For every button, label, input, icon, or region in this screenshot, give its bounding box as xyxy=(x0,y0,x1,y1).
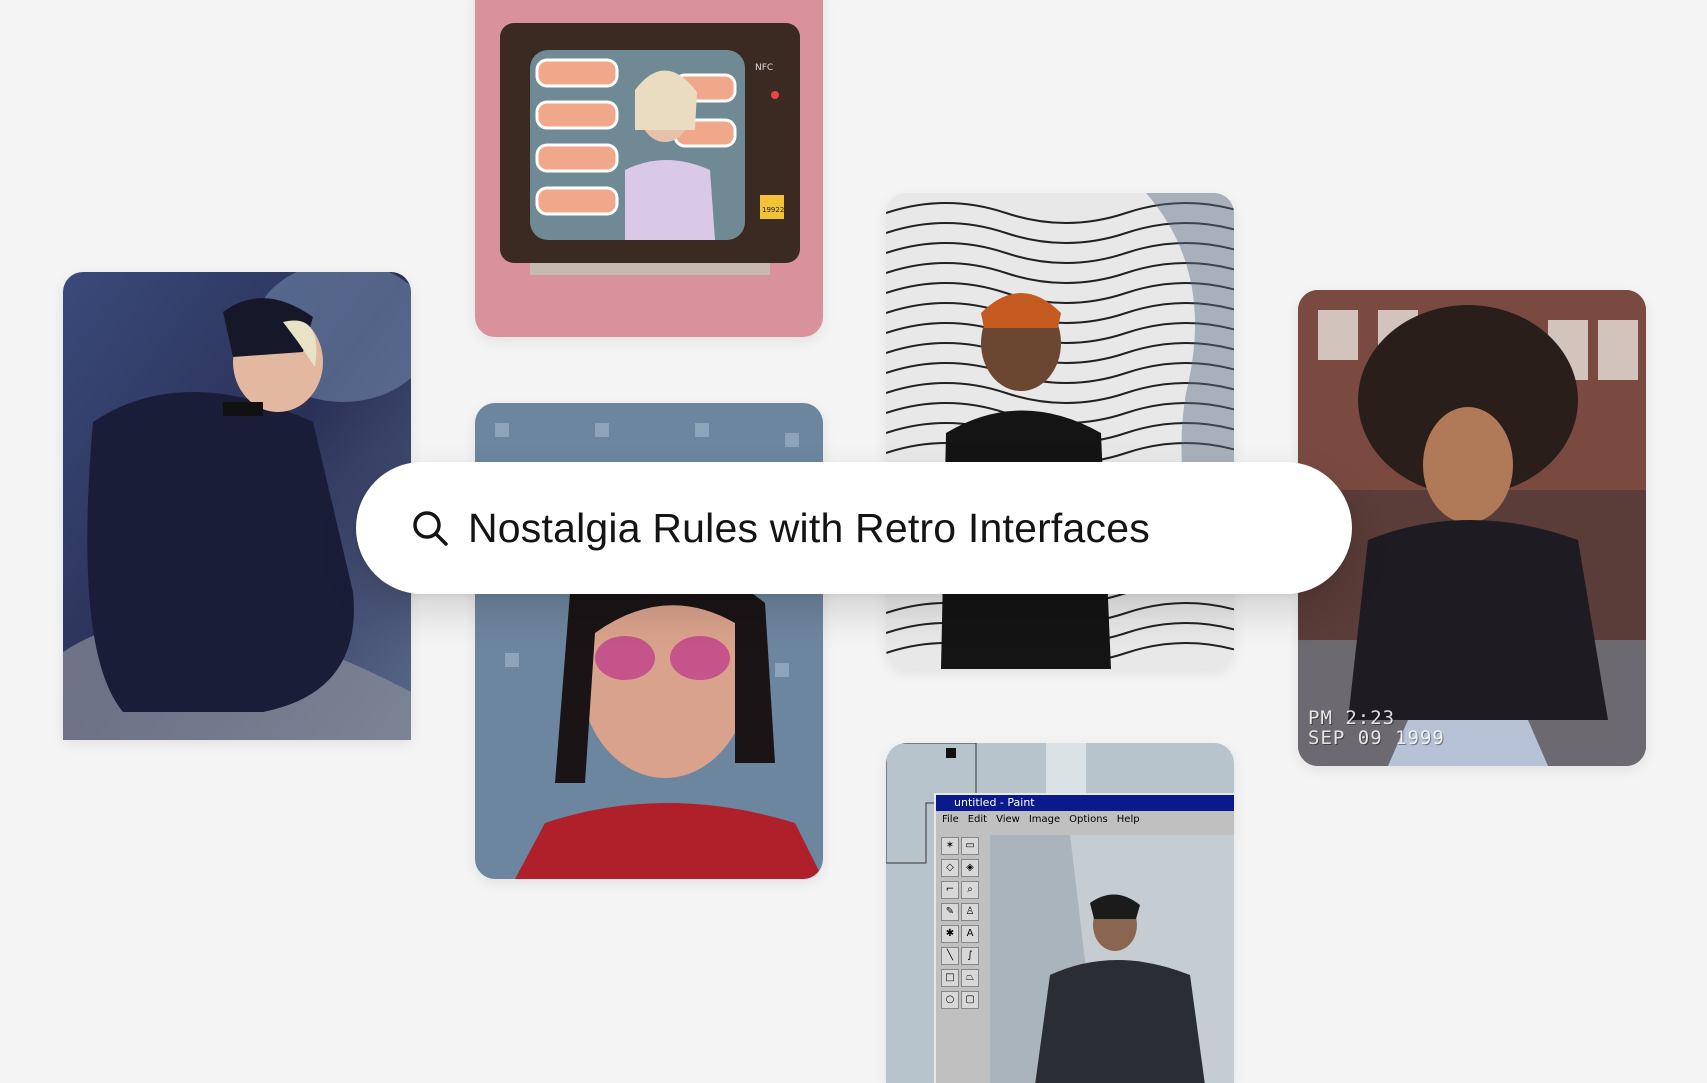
search-bar[interactable]: Nostalgia Rules with Retro Interfaces xyxy=(356,462,1352,594)
vhs-date: SEP 09 1999 xyxy=(1308,727,1445,749)
vhs-timestamp: PM 2:23 SEP 09 1999 xyxy=(1308,708,1445,748)
paint-menu-file[interactable]: File xyxy=(942,814,959,825)
photo-retro-tv: NFC 19922 xyxy=(475,0,823,337)
rounded-rect-tool-icon[interactable]: ▢ xyxy=(961,991,979,1009)
line-tool-icon[interactable]: ╲ xyxy=(941,947,959,965)
paint-toolbox: ✶ ▭ ◇ ◈ ⌐ ⌕ ✎ ♙ ✱ A ╲ ∫ □ ⏢ ○ ▢ xyxy=(940,835,984,1011)
gallery-card-paint-window[interactable]: untitled - Paint File Edit View Image Option… xyxy=(886,743,1234,1083)
eraser-tool-icon[interactable]: ◇ xyxy=(941,859,959,877)
search-query-text[interactable]: Nostalgia Rules with Retro Interfaces xyxy=(468,505,1150,552)
text-tool-icon[interactable]: A xyxy=(961,925,979,943)
fill-tool-icon[interactable]: ◈ xyxy=(961,859,979,877)
ellipse-tool-icon[interactable]: ○ xyxy=(941,991,959,1009)
paint-app-window: untitled - Paint File Edit View Image Option… xyxy=(934,793,1234,1083)
gallery-card-retro-tv[interactable]: NFC 19922 xyxy=(475,0,823,337)
polygon-tool-icon[interactable]: ⏢ xyxy=(961,969,979,987)
search-icon[interactable] xyxy=(410,508,450,548)
paint-menu-help[interactable]: Help xyxy=(1117,814,1140,825)
curve-tool-icon[interactable]: ∫ xyxy=(961,947,979,965)
paint-menu-image[interactable]: Image xyxy=(1029,814,1060,825)
magnifier-tool-icon[interactable]: ⌕ xyxy=(961,881,979,899)
picker-tool-icon[interactable]: ⌐ xyxy=(941,881,959,899)
tv-sticker-label: 19922 xyxy=(762,206,784,214)
select-rect-tool-icon[interactable]: ▭ xyxy=(961,837,979,855)
paint-titlebar: untitled - Paint xyxy=(936,795,1234,811)
photo-person-in-paint xyxy=(990,835,1234,1083)
pencil-tool-icon[interactable]: ✎ xyxy=(941,903,959,921)
paint-menu-edit[interactable]: Edit xyxy=(968,814,987,825)
paint-menu-options[interactable]: Options xyxy=(1069,814,1108,825)
brush-tool-icon[interactable]: ♙ xyxy=(961,903,979,921)
gallery-card-wavy-lines[interactable] xyxy=(886,193,1234,669)
paint-menubar: File Edit View Image Options Help xyxy=(936,811,1234,829)
rectangle-tool-icon[interactable]: □ xyxy=(941,969,959,987)
select-star-tool-icon[interactable]: ✶ xyxy=(941,837,959,855)
paint-menu-view[interactable]: View xyxy=(996,814,1020,825)
photo-wavy-lines xyxy=(886,193,1234,669)
vhs-time: PM 2:23 xyxy=(1308,707,1396,729)
airbrush-tool-icon[interactable]: ✱ xyxy=(941,925,959,943)
paint-canvas[interactable] xyxy=(990,835,1234,1083)
tv-brand-label: NFC xyxy=(755,63,773,73)
